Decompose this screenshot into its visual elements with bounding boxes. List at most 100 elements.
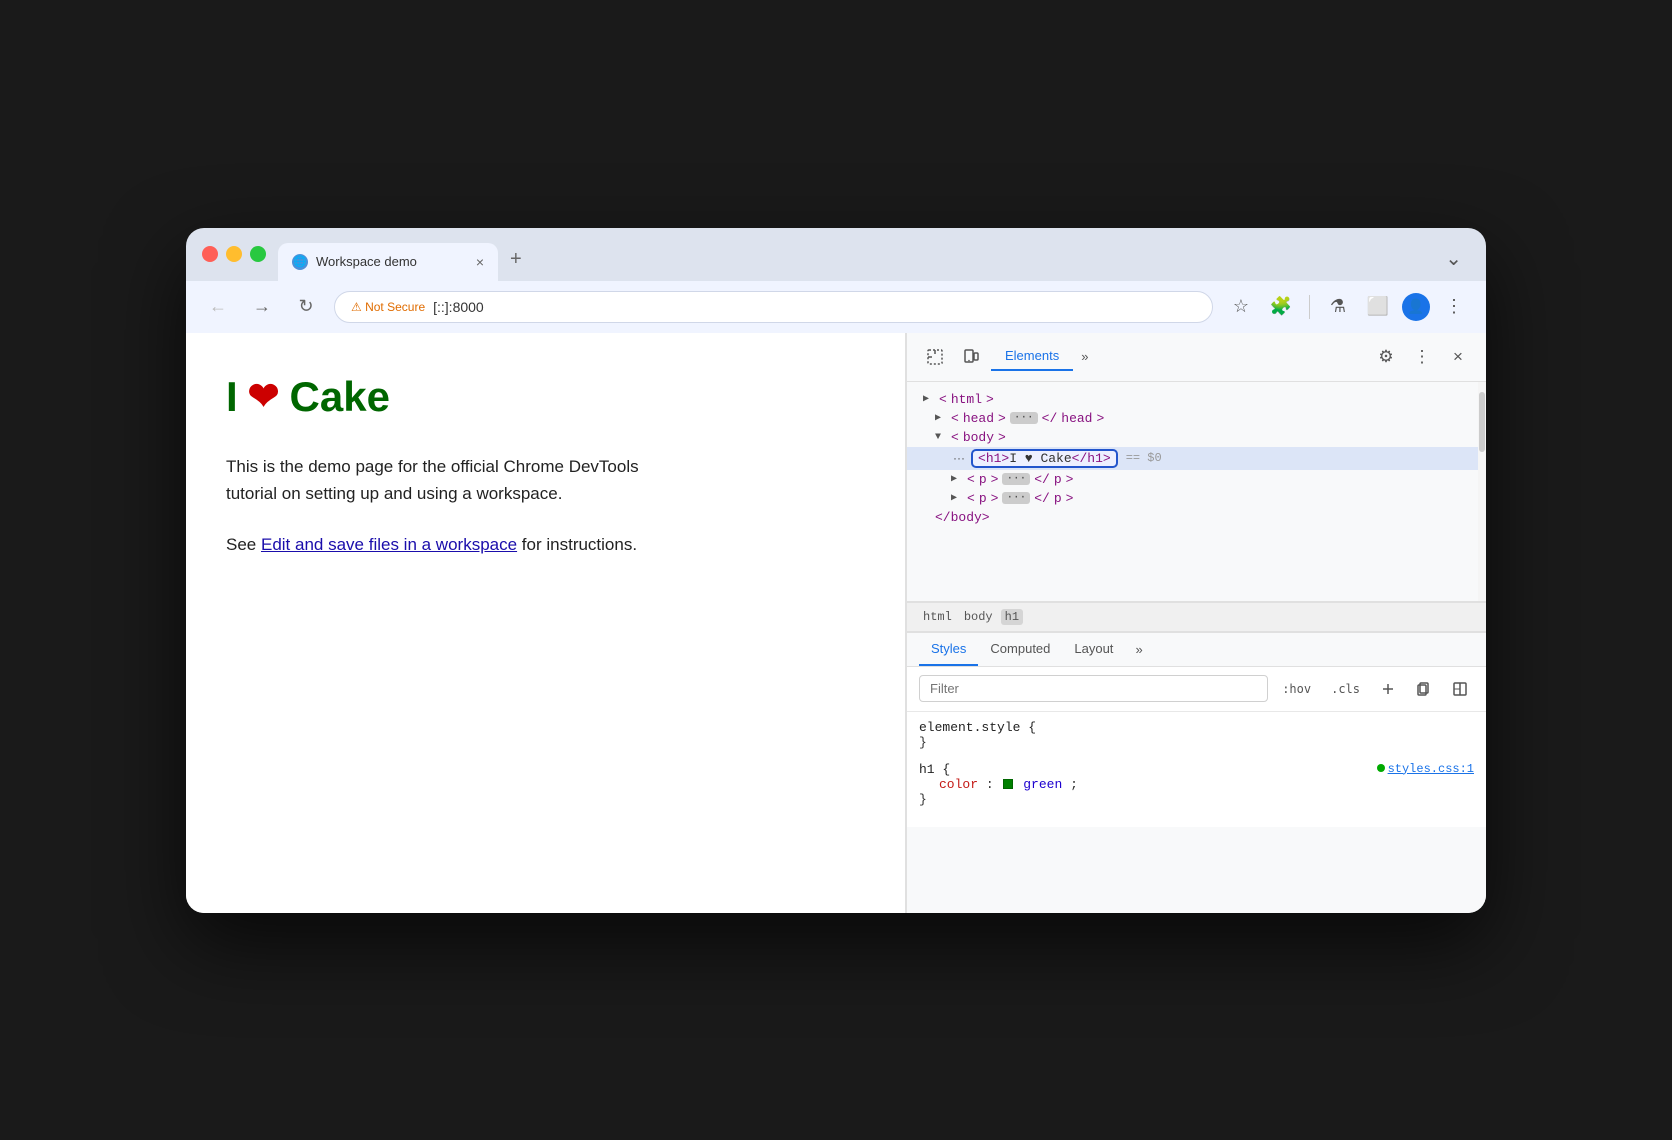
copy-icon bbox=[1416, 681, 1432, 697]
heart-icon: ❤ bbox=[248, 374, 280, 419]
page-heading: I ❤ Cake bbox=[226, 373, 865, 421]
split-button[interactable]: ⬜ bbox=[1362, 291, 1394, 323]
scrollbar-thumb[interactable] bbox=[1479, 392, 1485, 452]
styles-css-link[interactable]: styles.css:1 bbox=[1377, 762, 1474, 776]
nav-bar: ← → ↻ ⚠ Not Secure [::]:8000 ☆ 🧩 ⚗ ⬜ 👤 ⋮ bbox=[186, 281, 1486, 333]
scrollbar-track[interactable] bbox=[1478, 382, 1486, 601]
css-rules: element.style { } h1 { styles.css:1 bbox=[907, 712, 1486, 827]
styles-filter-bar: :hov .cls bbox=[907, 667, 1486, 712]
element-style-rule: element.style { } bbox=[919, 720, 1474, 750]
devtools-settings-button[interactable]: ⚙ bbox=[1370, 341, 1402, 373]
styles-filter-input[interactable] bbox=[919, 675, 1268, 702]
elements-tree: ▶ <html> ▶ <head> ··· </head> ▼ <body> bbox=[907, 382, 1486, 601]
devtools-toolbar-right: ⚙ ⋮ × bbox=[1370, 341, 1474, 373]
toggle-icon[interactable]: ▶ bbox=[923, 393, 935, 405]
tree-body-node[interactable]: ▼ <body> bbox=[907, 428, 1486, 447]
elements-tab[interactable]: Elements bbox=[991, 342, 1073, 371]
browser-window: 🌐 Workspace demo × + ⌄ ← → ↻ ⚠ Not Secur… bbox=[186, 228, 1486, 913]
devtools-close-button[interactable]: × bbox=[1442, 341, 1474, 373]
breadcrumb-h1[interactable]: h1 bbox=[1001, 609, 1023, 625]
hov-button[interactable]: :hov bbox=[1276, 678, 1317, 700]
copy-style-button[interactable] bbox=[1410, 675, 1438, 703]
tab-dropdown-button[interactable]: ⌄ bbox=[1437, 242, 1470, 281]
tab-close-button[interactable]: × bbox=[476, 255, 484, 269]
styles-dot bbox=[1377, 764, 1385, 772]
lab-button[interactable]: ⚗ bbox=[1322, 291, 1354, 323]
element-style-close: } bbox=[919, 735, 1474, 750]
workspace-link[interactable]: Edit and save files in a workspace bbox=[261, 535, 517, 554]
device-icon bbox=[962, 348, 980, 366]
elements-tree-wrapper: ▶ <html> ▶ <head> ··· </head> ▼ <body> bbox=[907, 382, 1486, 602]
ellipsis-button[interactable]: ··· bbox=[1010, 412, 1038, 424]
breadcrumb-body[interactable]: body bbox=[960, 609, 997, 625]
color-swatch[interactable] bbox=[1003, 779, 1013, 789]
profile-button[interactable]: 👤 bbox=[1402, 293, 1430, 321]
styles-tab-more[interactable]: » bbox=[1129, 634, 1148, 665]
tree-body-close-node[interactable]: </body> bbox=[907, 508, 1486, 527]
tree-dots-button[interactable]: ··· bbox=[951, 451, 967, 465]
tab-favicon-icon: 🌐 bbox=[292, 254, 308, 270]
tab-title: Workspace demo bbox=[316, 254, 468, 269]
tree-head-node[interactable]: ▶ <head> ··· </head> bbox=[907, 409, 1486, 428]
toggle-icon[interactable]: ▶ bbox=[935, 412, 947, 424]
forward-button[interactable]: → bbox=[246, 291, 278, 323]
styles-panel: Styles Computed Layout » :hov .cls bbox=[907, 632, 1486, 827]
back-button[interactable]: ← bbox=[202, 291, 234, 323]
address-text: [::]:8000 bbox=[433, 299, 484, 315]
active-tab[interactable]: 🌐 Workspace demo × bbox=[278, 243, 498, 281]
device-toolbar-button[interactable] bbox=[955, 341, 987, 373]
ellipsis-button[interactable]: ··· bbox=[1002, 492, 1030, 504]
menu-button[interactable]: ⋮ bbox=[1438, 291, 1470, 323]
add-style-button[interactable] bbox=[1374, 675, 1402, 703]
heading-text-i: I bbox=[226, 373, 238, 421]
paragraph-2-suffix: for instructions. bbox=[517, 535, 637, 554]
heading-text-cake: Cake bbox=[290, 373, 390, 421]
toggle-icon[interactable]: ▶ bbox=[951, 473, 963, 485]
title-bar: 🌐 Workspace demo × + ⌄ bbox=[186, 228, 1486, 281]
h1-rule-header: h1 { styles.css:1 bbox=[919, 762, 1474, 777]
plus-icon bbox=[1380, 681, 1396, 697]
tree-html-node[interactable]: ▶ <html> bbox=[907, 390, 1486, 409]
page-paragraph-2: See Edit and save files in a workspace f… bbox=[226, 531, 666, 558]
devtools-tabs: Elements » bbox=[991, 342, 1366, 371]
devtools-more-button[interactable]: ⋮ bbox=[1406, 341, 1438, 373]
maximize-window-button[interactable] bbox=[250, 246, 266, 262]
address-bar[interactable]: ⚠ Not Secure [::]:8000 bbox=[334, 291, 1213, 323]
cls-button[interactable]: .cls bbox=[1325, 678, 1366, 700]
profile-icon-glyph: 👤 bbox=[1407, 298, 1424, 315]
inspect-element-button[interactable] bbox=[919, 341, 951, 373]
page-paragraph-1: This is the demo page for the official C… bbox=[226, 453, 666, 507]
styles-tab-layout[interactable]: Layout bbox=[1062, 633, 1125, 666]
inspect-icon bbox=[926, 348, 944, 366]
page-content: I ❤ Cake This is the demo page for the o… bbox=[186, 333, 906, 913]
close-window-button[interactable] bbox=[202, 246, 218, 262]
extension-button[interactable]: 🧩 bbox=[1265, 291, 1297, 323]
h1-rule-close: } bbox=[919, 792, 1474, 807]
styles-tab-computed[interactable]: Computed bbox=[978, 633, 1062, 666]
devtools-panel: Elements » ⚙ ⋮ × ▶ <html> bbox=[906, 333, 1486, 913]
selected-indicator: == $0 bbox=[1126, 451, 1162, 465]
paragraph-2-prefix: See bbox=[226, 535, 261, 554]
element-style-selector: element.style { bbox=[919, 720, 1474, 735]
bookmark-button[interactable]: ☆ bbox=[1225, 291, 1257, 323]
styles-tabs: Styles Computed Layout » bbox=[907, 633, 1486, 667]
minimize-window-button[interactable] bbox=[226, 246, 242, 262]
more-tabs-button[interactable]: » bbox=[1073, 343, 1096, 370]
new-tab-button[interactable]: + bbox=[502, 244, 530, 281]
panel-layout-button[interactable] bbox=[1446, 675, 1474, 703]
tab-bar: 🌐 Workspace demo × + ⌄ bbox=[278, 242, 1470, 281]
toggle-icon[interactable]: ▼ bbox=[935, 432, 947, 443]
nav-divider bbox=[1309, 295, 1310, 319]
tree-h1-node[interactable]: ··· <h1>I ♥ Cake</h1> == $0 bbox=[907, 447, 1486, 470]
tree-p1-node[interactable]: ▶ <p> ··· </p> bbox=[907, 470, 1486, 489]
devtools-toolbar: Elements » ⚙ ⋮ × bbox=[907, 333, 1486, 382]
refresh-button[interactable]: ↻ bbox=[290, 291, 322, 323]
breadcrumb-html[interactable]: html bbox=[919, 609, 956, 625]
toggle-icon[interactable]: ▶ bbox=[951, 492, 963, 504]
ellipsis-button[interactable]: ··· bbox=[1002, 473, 1030, 485]
tree-p2-node[interactable]: ▶ <p> ··· </p> bbox=[907, 489, 1486, 508]
color-property: color : green ; bbox=[919, 777, 1474, 792]
styles-tab-styles[interactable]: Styles bbox=[919, 633, 978, 666]
main-area: I ❤ Cake This is the demo page for the o… bbox=[186, 333, 1486, 913]
breadcrumb-bar: html body h1 bbox=[907, 602, 1486, 632]
